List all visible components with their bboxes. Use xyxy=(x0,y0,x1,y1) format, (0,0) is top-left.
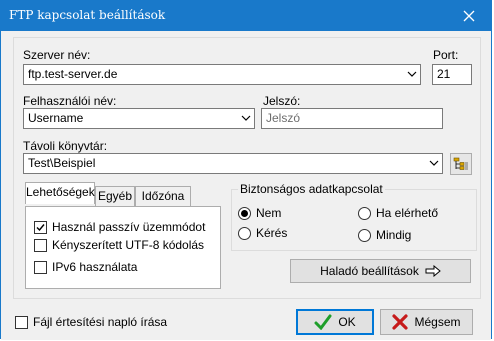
username-value: Username xyxy=(28,111,84,125)
chevron-down-icon[interactable] xyxy=(407,70,417,78)
checkbox-box[interactable] xyxy=(34,260,47,274)
cancel-button[interactable]: Mégsem xyxy=(380,309,473,335)
tab-other-label: Egyéb xyxy=(97,189,133,203)
ipv6-label: IPv6 használata xyxy=(52,260,138,274)
radio-if-available-label: Ha elérhető xyxy=(376,206,439,220)
radio-no-label: Nem xyxy=(256,206,282,220)
port-input[interactable]: 21 xyxy=(432,64,472,85)
chevron-down-icon[interactable] xyxy=(241,114,251,122)
ok-label: OK xyxy=(338,315,356,329)
radio-circle[interactable] xyxy=(238,206,251,220)
ok-button[interactable]: OK xyxy=(296,309,374,335)
browse-folder-button[interactable] xyxy=(450,153,472,175)
dialog-body: Szerver név: ftp.test-server.de Port: 21… xyxy=(1,31,491,340)
window-title: FTP kapcsolat beállítások xyxy=(9,8,166,22)
port-label: Port: xyxy=(433,48,459,62)
remote-dir-combobox[interactable]: Test\Beispiel xyxy=(23,153,443,174)
radio-circle[interactable] xyxy=(238,226,251,240)
utf8-checkbox[interactable]: Kényszerített UTF-8 kódolás xyxy=(34,238,204,252)
cancel-label: Mégsem xyxy=(414,315,461,329)
checkbox-box[interactable] xyxy=(34,220,47,234)
server-label: Szerver név: xyxy=(23,48,91,62)
options-tabstrip: Lehetőségek Egyéb Időzóna xyxy=(25,182,221,206)
radio-selected-dot xyxy=(241,209,248,217)
ipv6-checkbox[interactable]: IPv6 használata xyxy=(34,260,137,274)
radio-no[interactable]: Nem xyxy=(238,206,281,220)
password-input[interactable]: Jelszó xyxy=(261,108,443,129)
username-label: Felhasználói név: xyxy=(23,94,117,108)
radio-always[interactable]: Mindig xyxy=(358,228,411,242)
ftp-settings-dialog: FTP kapcsolat beállítások Szerver név: f… xyxy=(0,0,492,340)
close-icon xyxy=(463,10,475,22)
remote-dir-value: Test\Beispiel xyxy=(28,156,96,170)
secure-data-title: Biztonságos adatkapcsolat xyxy=(238,182,385,196)
radio-if-available[interactable]: Ha elérhető xyxy=(358,206,438,220)
radio-request-label: Kérés xyxy=(256,226,288,240)
radio-always-label: Mindig xyxy=(376,228,412,242)
tab-options-label: Lehetőségek xyxy=(26,185,95,199)
close-button[interactable] xyxy=(447,1,491,31)
checkbox-box[interactable] xyxy=(34,238,47,252)
username-combobox[interactable]: Username xyxy=(23,108,255,129)
checkmark-icon xyxy=(36,223,45,231)
file-log-checkbox[interactable]: Fájl értesítési napló írása xyxy=(15,315,167,329)
tab-options[interactable]: Lehetőségek xyxy=(25,182,95,204)
advanced-settings-label: Haladó beállítások xyxy=(320,264,419,278)
cross-icon xyxy=(392,314,409,330)
file-log-label: Fájl értesítési napló írása xyxy=(33,315,168,329)
tab-other[interactable]: Egyéb xyxy=(95,186,135,206)
secure-data-group: Biztonságos adatkapcsolat xyxy=(231,182,477,251)
remote-dir-label: Távoli könyvtár: xyxy=(23,139,108,153)
checkmark-icon xyxy=(314,314,332,330)
utf8-label: Kényszerített UTF-8 kódolás xyxy=(52,238,205,252)
server-combobox[interactable]: ftp.test-server.de xyxy=(23,64,421,85)
password-placeholder: Jelszó xyxy=(266,111,301,125)
passive-mode-checkbox[interactable]: Használ passzív üzemmódot xyxy=(34,220,205,234)
radio-request[interactable]: Kérés xyxy=(238,226,287,240)
port-value: 21 xyxy=(437,67,451,81)
passive-mode-label: Használ passzív üzemmódot xyxy=(52,220,206,234)
checkbox-box[interactable] xyxy=(15,315,28,329)
radio-circle[interactable] xyxy=(358,228,371,242)
tab-timezone-label: Időzóna xyxy=(141,189,185,203)
tab-timezone[interactable]: Időzóna xyxy=(135,186,191,206)
title-bar[interactable]: FTP kapcsolat beállítások xyxy=(1,1,491,31)
arrow-right-icon xyxy=(425,265,441,277)
chevron-down-icon[interactable] xyxy=(429,159,439,167)
folder-tree-icon xyxy=(453,157,468,170)
advanced-settings-button[interactable]: Haladó beállítások xyxy=(290,259,471,283)
radio-circle[interactable] xyxy=(358,206,371,220)
server-value: ftp.test-server.de xyxy=(28,67,118,81)
password-label: Jelszó: xyxy=(263,94,301,108)
